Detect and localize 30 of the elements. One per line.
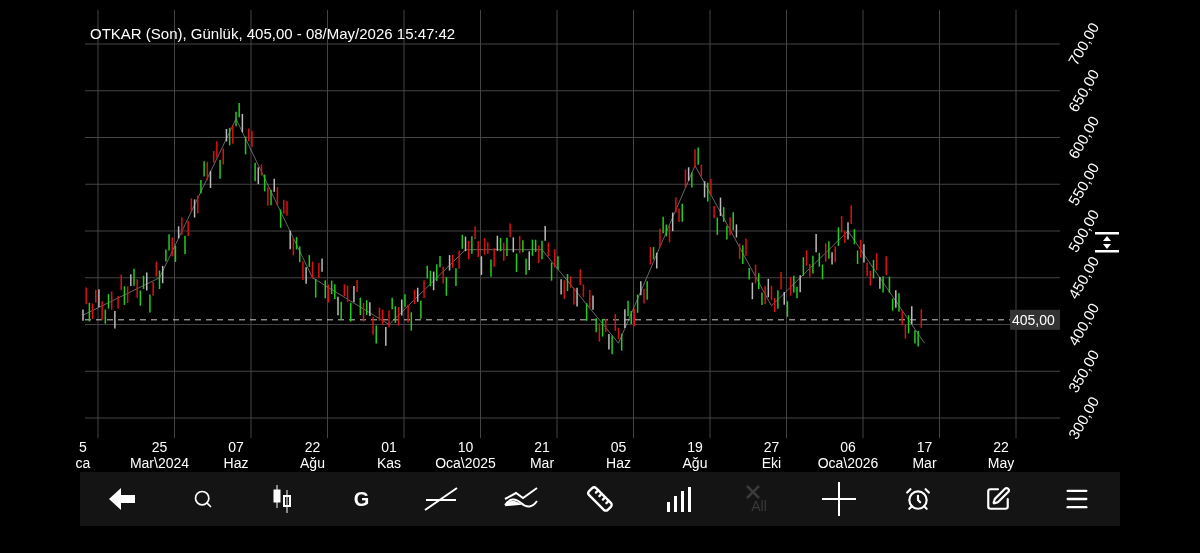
x-axis-day: 01 <box>381 439 397 455</box>
x-axis-month: Ağu <box>682 455 708 471</box>
x-axis-day: 10 <box>457 439 474 455</box>
x-axis-day: 06 <box>840 439 856 455</box>
x-axis-day: 21 <box>534 439 550 455</box>
x-axis-month: Ağu <box>300 455 325 471</box>
x-axis-month: Kas <box>376 455 402 471</box>
x-axis-day: 5 <box>79 439 87 455</box>
x-axis-day: 25 <box>151 439 168 455</box>
x-axis-day: 07 <box>228 439 244 455</box>
x-axis-month: ca <box>75 455 91 471</box>
x-axis-day: 05 <box>610 439 627 455</box>
last-price-label: 405,00 <box>1010 309 1060 330</box>
x-axis-month: May <box>987 455 1015 471</box>
x-axis-month: Oca\2025 <box>435 455 496 471</box>
chart-title: OTKAR (Son), Günlük, 405,00 - 08/May/2026 15:47:42 <box>90 25 456 42</box>
x-axis-day: 27 <box>763 439 780 455</box>
x-axis-day: 22 <box>304 439 321 455</box>
x-axis-month: Mar\2024 <box>129 455 190 471</box>
x-axis-month: Mar <box>912 455 937 471</box>
x-axis-month: Mar <box>529 455 555 471</box>
x-axis-month: Haz <box>606 455 631 471</box>
x-axis-month: Haz <box>223 455 249 471</box>
x-axis-month: Eki <box>761 455 782 471</box>
g-button[interactable]: G <box>326 475 397 523</box>
x-axis-month: Oca\2026 <box>817 455 879 471</box>
x-axis-day: 17 <box>916 439 933 455</box>
x-axis-day: 19 <box>687 439 703 455</box>
x-axis-day: 22 <box>993 439 1009 455</box>
x-icon <box>746 485 760 499</box>
